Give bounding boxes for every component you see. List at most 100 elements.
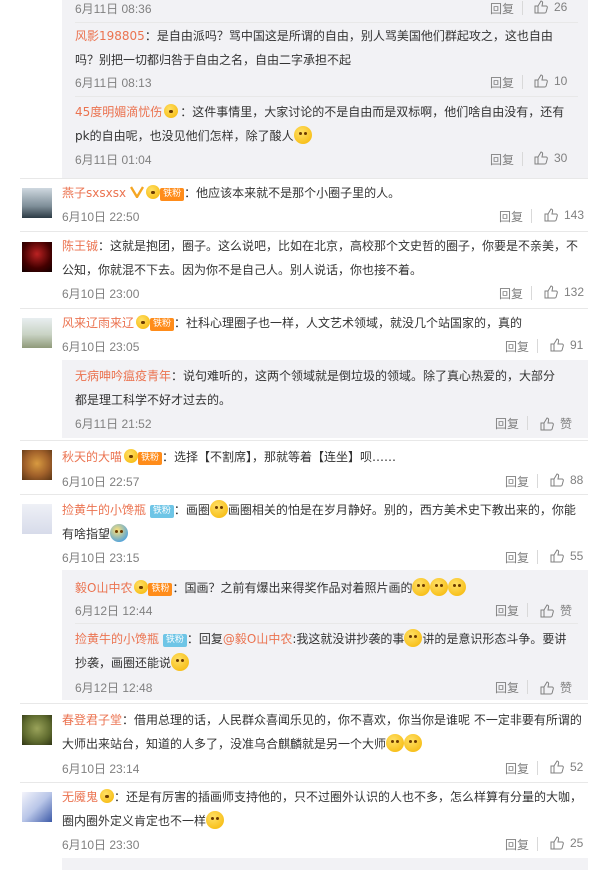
comment-text: ：是自由派吗？骂中国这是所谓的自由，别人骂美国他们群起攻之，这也自由吗？别把一切… [75,29,553,67]
like-button[interactable]: 55 [550,549,583,563]
avatar[interactable] [22,715,52,745]
user-name[interactable]: 风来辽雨来辽 [62,316,134,330]
comment-time: 6月11日 08:13 [75,76,152,90]
laugh-emoji-icon [386,734,405,752]
thumbs-up-icon [540,681,554,695]
reply-button[interactable]: 回复 [495,415,519,432]
user-name[interactable]: 秋天的大喵 [62,450,122,464]
comment-body: 陈王铖：这就是抱团，圈子。这么说吧，比如在北京，高校那个文史哲的圈子，你要是不亲… [62,234,584,282]
thumbs-up-icon [544,208,558,222]
thumbs-up-icon [544,285,558,299]
reply-button[interactable]: 回复 [505,473,529,490]
like-button[interactable]: 赞 [540,415,572,432]
reply-button[interactable]: 回复 [499,208,523,225]
user-name[interactable]: 燕子sxsxsx [62,186,126,200]
comment-text: ：这就是抱团，圈子。这么说吧，比如在北京，高校那个文史哲的圈子，你要是不亲美，不… [62,239,579,277]
user-name[interactable]: 风影198805 [75,29,145,43]
like-button[interactable]: 88 [550,473,583,487]
like-button[interactable]: 26 [534,0,567,14]
comment-time: 6月12日 12:48 [75,681,153,695]
comment-text: ：国画？之前有爆出来得奖作品对着照片画的 [172,581,413,595]
comment-text: ：选择【不割席】，那就等着【连坐】呗…… [162,450,397,464]
comment-text: ：借用总理的话，人民群众喜闻乐见的，你不喜欢，你当你是谁呢 不一定非要有所谓的大… [62,713,582,751]
sneer-emoji-icon [293,126,312,144]
reply-button[interactable]: 回复 [499,285,523,302]
sweat-emoji-icon [206,811,225,829]
avatar[interactable] [22,188,52,218]
fan-badge: 铁粉 [150,318,175,331]
thumbs-up-icon [550,760,564,774]
reply-button[interactable]: 回复 [505,338,529,355]
like-button[interactable]: 30 [534,151,567,165]
avatar[interactable] [22,504,52,534]
thumbs-up-icon [534,74,548,88]
vip-crown-icon [136,315,151,329]
like-button[interactable]: 52 [550,760,583,774]
vip-crown-icon [124,449,139,463]
comment-time: 6月10日 23:14 [62,762,140,776]
like-count: 91 [570,338,584,352]
reply-button[interactable]: 回复 [490,0,514,17]
avatar[interactable] [22,450,52,480]
reply-button[interactable]: 回复 [505,836,529,853]
comment-body: 无魇鬼 ：还是有厉害的插画师支持他的，只不过圈外认识的人也不多，怎么样算有分量的大… [62,785,584,833]
comment-time: 6月10日 23:05 [62,340,140,354]
comment-body: 风影198805：是自由派吗？骂中国这是所谓的自由，别人骂美国他们群起攻之，这也… [75,24,565,72]
comment-time: 6月10日 23:30 [62,838,140,852]
like-button[interactable]: 25 [550,836,583,850]
reply-button[interactable]: 回复 [505,760,529,777]
user-name[interactable]: 捡黄牛的小馋瓶 [62,503,146,517]
vip-crown-icon [164,104,179,118]
laugh-emoji-icon [404,629,423,647]
comment-text: ：他应该本来就不是那个小圈子里的人。 [184,186,401,200]
reply-button[interactable]: 回复 [495,602,519,619]
avatar[interactable] [22,318,52,348]
thumbs-up-icon [550,473,564,487]
thumbs-up-icon [550,338,564,352]
reply-button[interactable]: 回复 [490,74,514,91]
like-count: 52 [570,760,584,774]
user-name[interactable]: 无病呻吟瘟疫青年 [75,369,171,383]
reply-button[interactable]: 回复 [490,151,514,168]
like-button[interactable]: 132 [544,285,584,299]
verified-v-icon [130,186,145,198]
like-count: 赞 [560,681,573,695]
user-name[interactable]: 春登君子堂 [62,713,122,727]
comment-text: :我这就没讲抄袭的事 [292,632,405,646]
comment-text: ：画圈 [173,503,210,517]
like-button[interactable]: 143 [544,208,584,222]
user-name[interactable]: 45度明媚滴忧伤 [75,105,162,119]
wonder-emoji-icon [110,524,129,542]
like-count: 25 [570,836,584,850]
comment-time: 6月11日 01:04 [75,153,152,167]
fan-badge: 铁粉 [138,452,163,465]
fan-badge: 铁粉 [149,505,174,518]
comment-body: 毅O山中农 铁粉 ：国画？之前有爆出来得奖作品对着照片画的 [75,576,567,600]
user-name[interactable]: 陈王铖 [62,239,98,253]
like-count: 143 [564,208,585,222]
like-button[interactable]: 91 [550,338,583,352]
user-name[interactable]: 捡黄牛的小馋瓶 [75,632,159,646]
like-button[interactable]: 10 [534,74,567,88]
like-button[interactable]: 赞 [540,602,572,619]
comment-time: 6月11日 21:52 [75,417,152,431]
avatar[interactable] [22,242,52,272]
thumbs-up-icon [550,549,564,563]
thumbs-up-icon [534,151,548,165]
reply-button[interactable]: 回复 [495,679,519,696]
laugh-emoji-icon [448,578,467,596]
user-name[interactable]: 无魇鬼 [62,790,98,804]
like-count: 30 [554,151,568,165]
thumbs-up-icon [540,604,554,618]
like-count: 10 [554,74,568,88]
like-count: 132 [564,285,585,299]
reply-button[interactable]: 回复 [505,549,529,566]
avatar[interactable] [22,792,52,822]
mention-link[interactable]: @毅O山中农 [223,632,292,646]
comment-time: 6月11日 08:36 [75,2,152,16]
comment-body: 风来辽雨来辽 铁粉 ：社科心理圈子也一样，人文艺术领域，就没几个站国家的，真的 [62,311,582,335]
comment-body: 秋天的大喵 铁粉 ：选择【不割席】，那就等着【连坐】呗…… [62,445,582,469]
like-button[interactable]: 赞 [540,679,572,696]
user-name[interactable]: 毅O山中农 [75,581,132,595]
comment-text-pre: ：回复 [186,632,223,646]
